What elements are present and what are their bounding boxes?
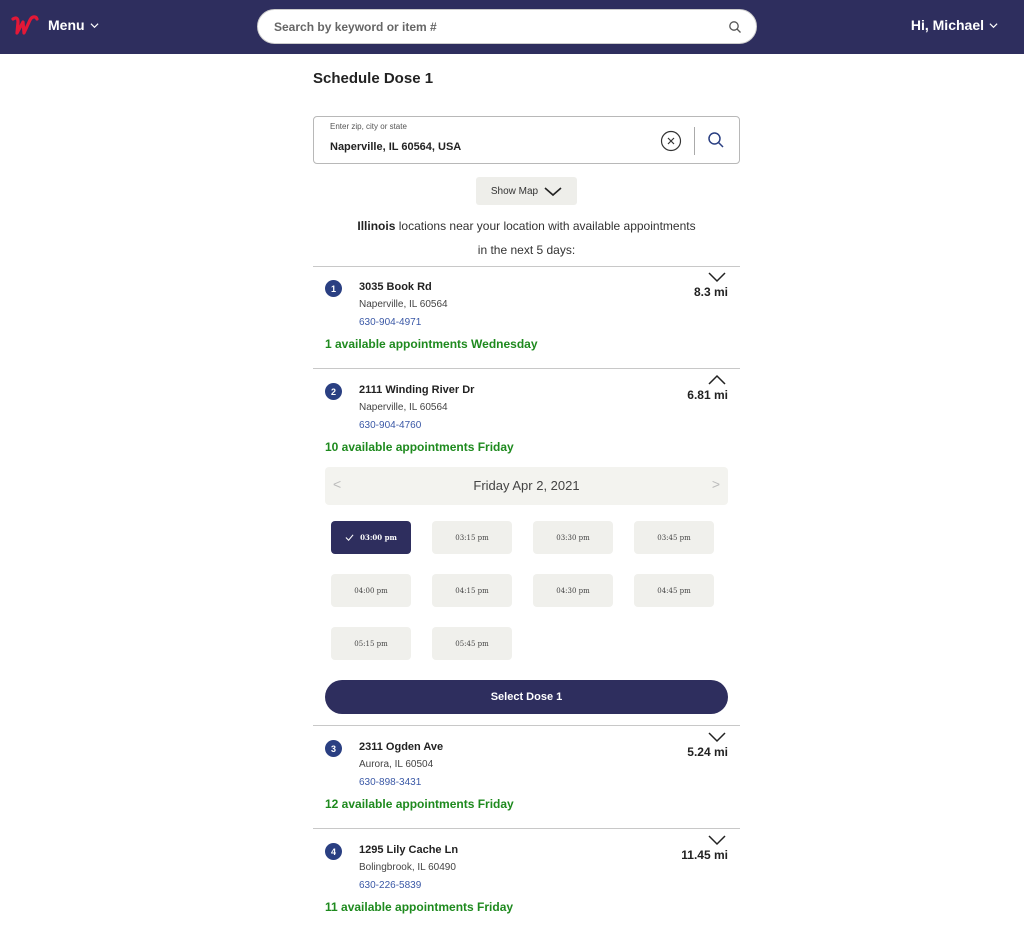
location-address: 1295 Lily Cache Ln [359, 844, 459, 856]
location-number-badge: 4 [325, 843, 342, 860]
location-availability: 1 available appointments Wednesday [325, 337, 538, 351]
location-distance: 5.24 mi [687, 745, 728, 759]
intro-state: Illinois [357, 219, 396, 233]
location-phone-link[interactable]: 630-904-4760 [359, 420, 421, 431]
location-availability: 10 available appointments Friday [325, 440, 514, 454]
show-map-button[interactable]: Show Map [476, 177, 577, 205]
clear-icon[interactable] [660, 130, 682, 152]
location-city: Naperville, IL 60564 [359, 299, 448, 310]
location-phone-link[interactable]: 630-226-5839 [359, 880, 421, 891]
location-city: Bolingbrook, IL 60490 [359, 862, 456, 873]
location-number-badge: 3 [325, 740, 342, 757]
time-slot[interactable]: 03:15 pm [432, 521, 512, 554]
location-field-value[interactable]: Naperville, IL 60564, USA [330, 141, 461, 153]
time-slot[interactable]: 03:30 pm [533, 521, 613, 554]
location-item[interactable]: 3 2311 Ogden Ave Aurora, IL 60504 630-89… [313, 726, 740, 828]
location-availability: 11 available appointments Friday [325, 900, 514, 914]
menu-button[interactable]: Menu [48, 17, 99, 33]
time-slot[interactable]: 04:15 pm [432, 574, 512, 607]
select-dose-button[interactable]: Select Dose 1 [325, 680, 728, 714]
time-slot[interactable]: 04:00 pm [331, 574, 411, 607]
search-bar [257, 9, 757, 44]
location-address: 2311 Ogden Ave [359, 741, 444, 753]
location-city: Aurora, IL 60504 [359, 759, 434, 770]
search-icon[interactable] [707, 131, 725, 149]
page-title: Schedule Dose 1 [313, 70, 434, 87]
location-number-badge: 2 [325, 383, 342, 400]
chevron-down-icon[interactable] [707, 270, 727, 284]
locations-intro: Illinois locations near your location wi… [313, 214, 740, 262]
field-divider [694, 127, 695, 155]
checkmark-icon [345, 534, 354, 541]
location-address: 3035 Book Rd [359, 281, 432, 293]
location-phone-link[interactable]: 630-904-4971 [359, 317, 421, 328]
chevron-down-icon [90, 22, 99, 28]
time-slot[interactable]: 05:45 pm [432, 627, 512, 660]
location-item[interactable]: 2 2111 Winding River Dr Naperville, IL 6… [313, 369, 740, 459]
time-slot[interactable]: 03:45 pm [634, 521, 714, 554]
chevron-down-icon [989, 22, 998, 28]
time-slot-label: 03:00 pm [360, 533, 397, 542]
chevron-up-icon[interactable] [707, 373, 727, 387]
location-field-label: Enter zip, city or state [330, 122, 407, 131]
location-address: 2111 Winding River Dr [359, 384, 475, 396]
top-header: Menu Hi, Michael [0, 0, 1024, 54]
user-greeting: Hi, Michael [910, 17, 984, 33]
time-slot[interactable]: 04:30 pm [533, 574, 613, 607]
location-item[interactable]: 1 3035 Book Rd Naperville, IL 60564 630-… [313, 266, 740, 369]
location-number-badge: 1 [325, 280, 342, 297]
time-slot-selected[interactable]: 03:00 pm [331, 521, 411, 554]
chevron-down-icon[interactable] [707, 730, 727, 744]
chevron-down-icon [544, 186, 562, 196]
time-slot[interactable]: 05:15 pm [331, 627, 411, 660]
chevron-down-icon[interactable] [707, 833, 727, 847]
time-slot[interactable]: 04:45 pm [634, 574, 714, 607]
location-distance: 11.45 mi [681, 848, 728, 862]
intro-line2: in the next 5 days: [477, 243, 576, 257]
selected-date: Friday Apr 2, 2021 [473, 478, 580, 493]
search-icon[interactable] [728, 20, 742, 34]
intro-line1: locations near your location with availa… [395, 219, 696, 233]
location-distance: 6.81 mi [687, 388, 728, 402]
user-menu-button[interactable]: Hi, Michael [911, 17, 998, 33]
location-item[interactable]: 4 1295 Lily Cache Ln Bolingbrook, IL 604… [313, 829, 740, 927]
location-availability: 12 available appointments Friday [325, 797, 514, 811]
location-distance: 8.3 mi [693, 285, 728, 299]
location-phone-link[interactable]: 630-898-3431 [359, 777, 421, 788]
next-date-button[interactable]: > [712, 476, 720, 492]
date-selector: < Friday Apr 2, 2021 > [325, 467, 728, 505]
search-input[interactable] [274, 19, 728, 34]
menu-label: Menu [48, 17, 85, 33]
walgreens-logo-icon[interactable] [10, 13, 40, 41]
location-city: Naperville, IL 60564 [359, 402, 448, 413]
location-search-field[interactable]: Enter zip, city or state Naperville, IL … [313, 116, 740, 164]
show-map-label: Show Map [490, 185, 539, 197]
